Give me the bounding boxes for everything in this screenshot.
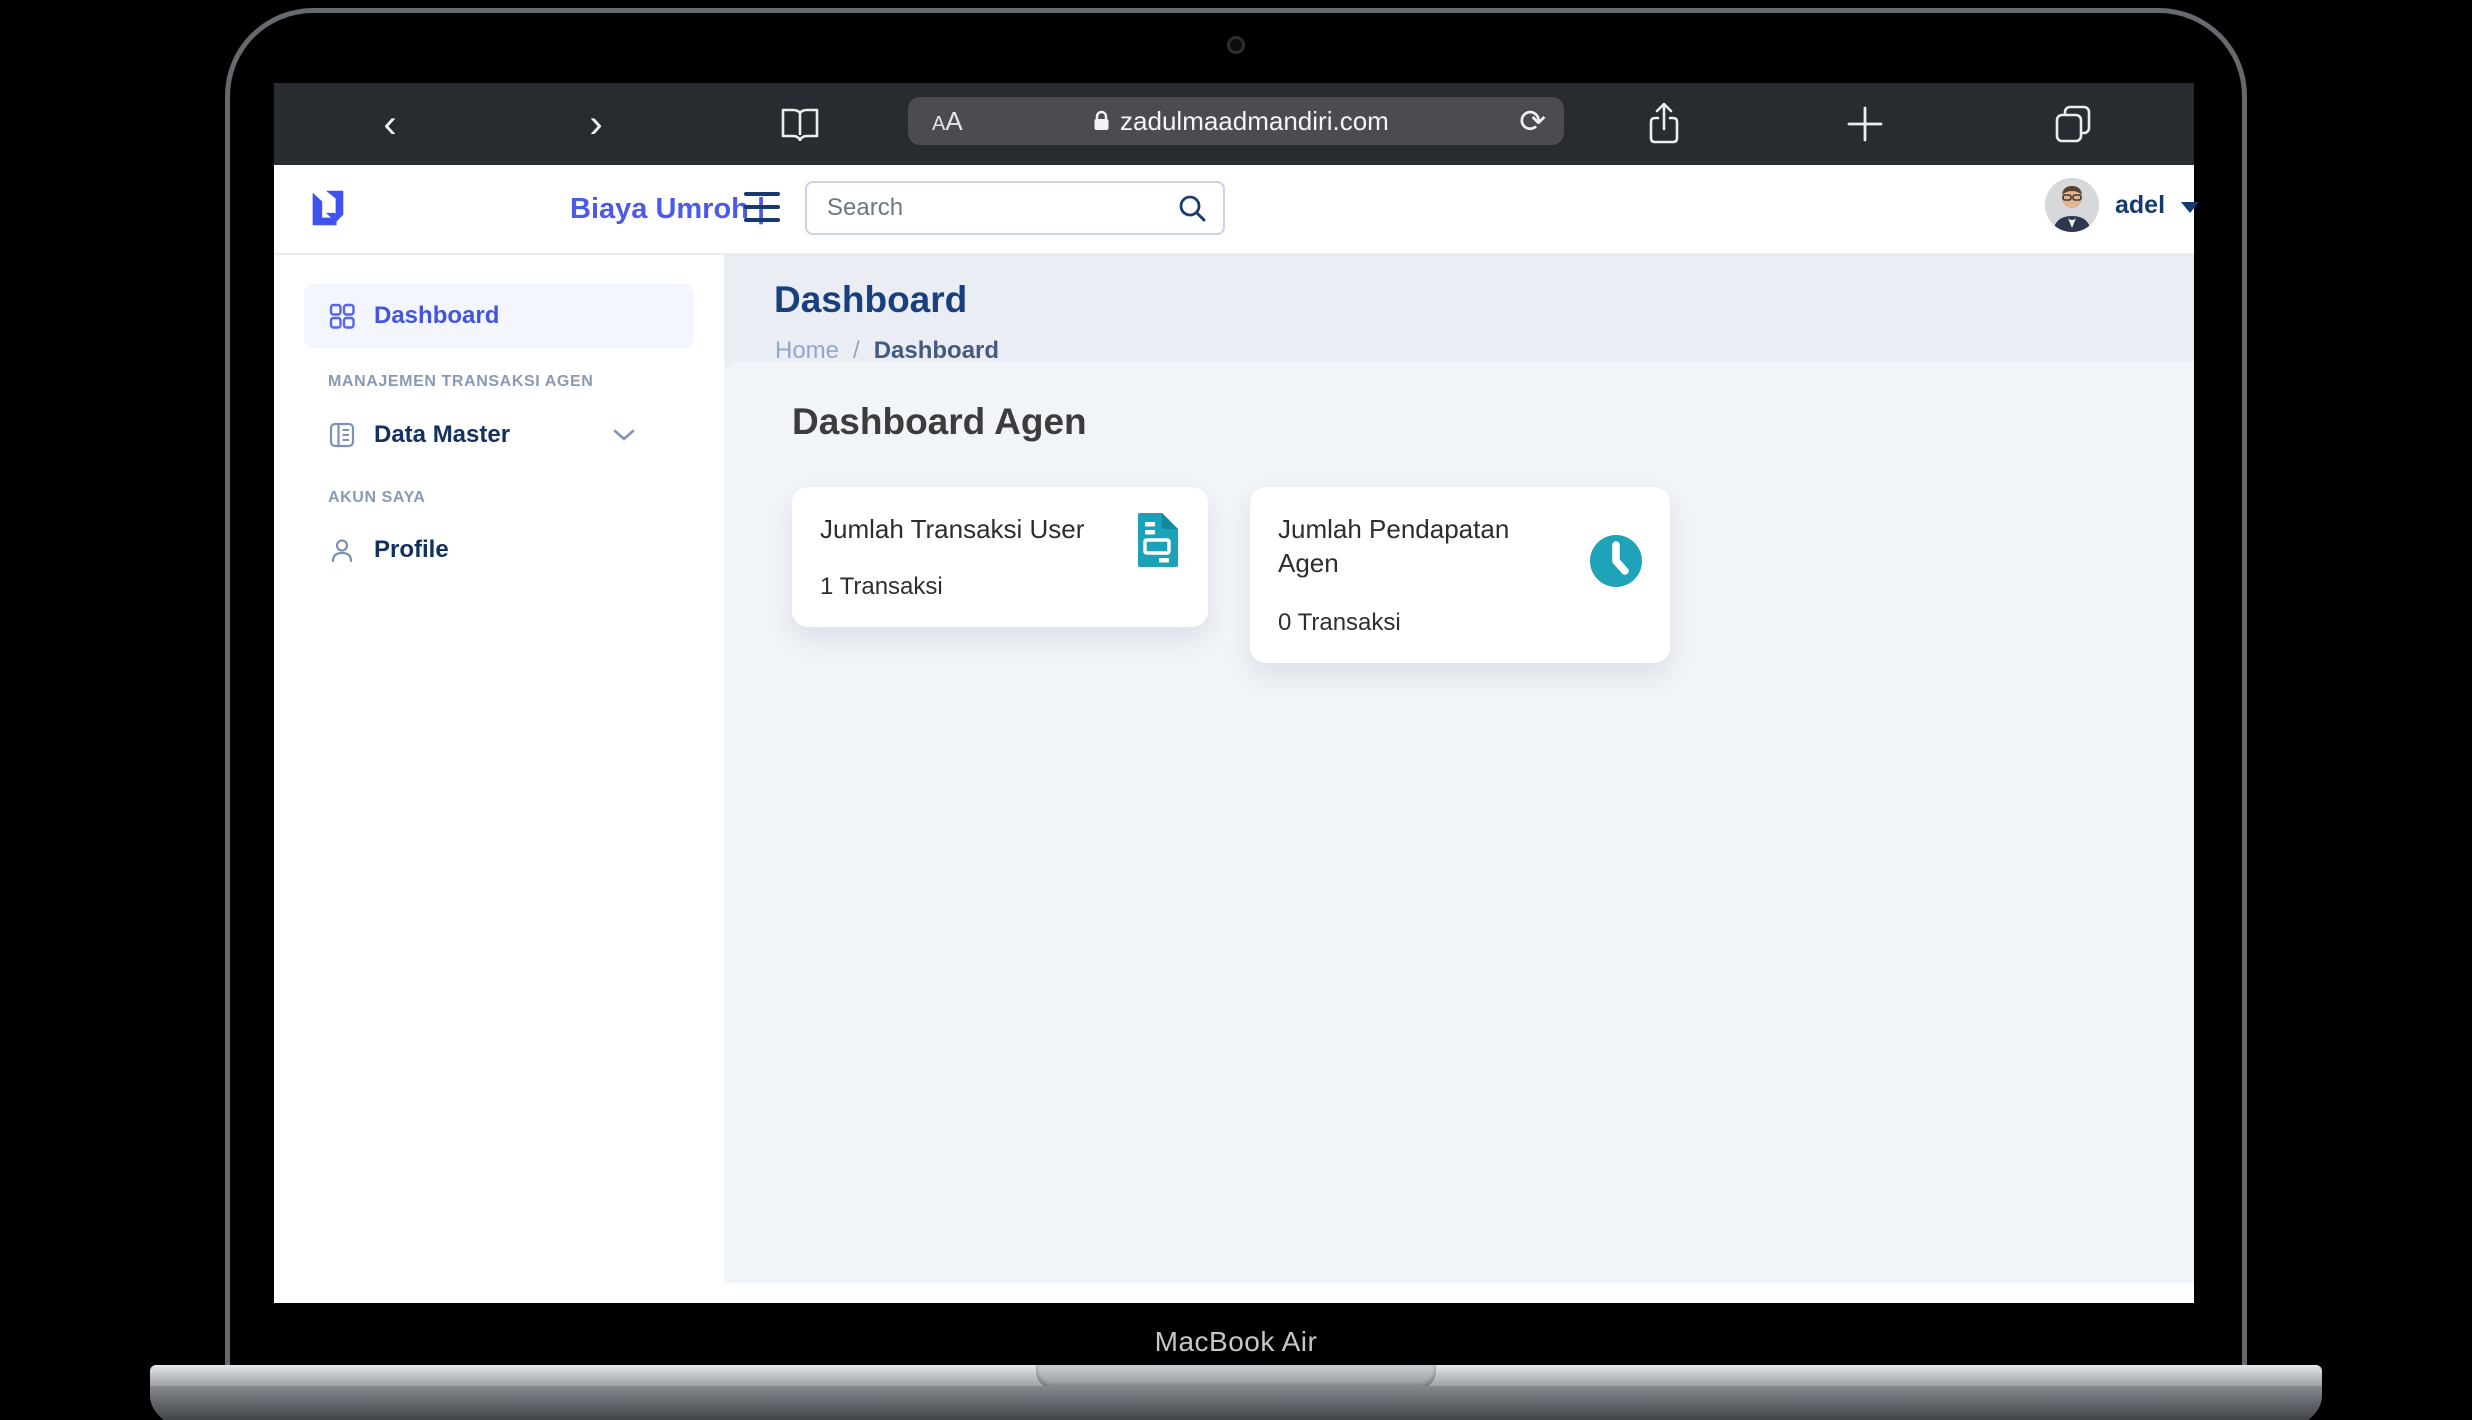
stat-cards: Jumlah Transaksi User [792, 487, 1670, 663]
sidebar-item-dashboard[interactable]: Dashboard [304, 284, 694, 348]
text-size-button[interactable]: AA [932, 106, 963, 137]
user-menu[interactable]: adel [2045, 178, 2199, 232]
browser-toolbar: ‹ › AA zadulmaadmandiri.com [274, 83, 2194, 165]
back-icon: ‹ [383, 104, 396, 144]
lock-icon [1093, 110, 1110, 132]
search-input[interactable] [807, 194, 1177, 222]
sidebar-item-profile[interactable]: Profile [304, 518, 694, 582]
app-header: Biaya Umroh | [274, 165, 2194, 255]
sidebar-item-label: Data Master [374, 421, 510, 449]
user-name: adel [2115, 191, 2165, 220]
device-label: MacBook Air [0, 1326, 2472, 1358]
card-value: 0 Transaksi [1278, 609, 1401, 637]
search-box [805, 181, 1225, 235]
forward-button[interactable]: › [576, 83, 616, 165]
laptop-base-body [150, 1386, 2322, 1420]
tabs-icon [2053, 103, 2093, 145]
app-footer-strip [274, 1283, 2194, 1303]
sidebar-toggle-button[interactable] [744, 192, 780, 222]
sidebar: Dashboard MANAJEMEN TRANSAKSI AGEN Data … [274, 255, 725, 1283]
url-text: zadulmaadmandiri.com [1120, 106, 1389, 137]
address-bar[interactable]: AA zadulmaadmandiri.com ⟳ [908, 97, 1564, 145]
card-jumlah-transaksi-user[interactable]: Jumlah Transaksi User [792, 487, 1208, 627]
app-body: Dashboard MANAJEMEN TRANSAKSI AGEN Data … [274, 255, 2194, 1283]
invoice-icon [1134, 511, 1182, 574]
reload-button[interactable]: ⟳ [1519, 105, 1546, 137]
card-value: 1 Transaksi [820, 573, 943, 601]
page-title: Dashboard [774, 279, 967, 321]
plus-icon [1845, 104, 1885, 144]
card-title: Jumlah Transaksi User [820, 513, 1180, 547]
tab-overview-button[interactable] [2051, 83, 2095, 165]
reading-list-button[interactable] [778, 83, 822, 165]
hamburger-icon [744, 192, 780, 196]
brand-logo-icon [304, 186, 350, 232]
content-panel: Dashboard Agen Jumlah Transaksi User [725, 361, 2194, 1283]
webcam-dot [1227, 36, 1245, 54]
back-button[interactable]: ‹ [370, 83, 410, 165]
search-icon[interactable] [1177, 193, 1207, 223]
sidebar-item-data-master[interactable]: Data Master [304, 403, 694, 467]
sidebar-section-transaksi: MANAJEMEN TRANSAKSI AGEN [328, 373, 593, 391]
dashboard-grid-icon [328, 302, 356, 330]
new-tab-button[interactable] [1843, 83, 1887, 165]
sidebar-section-akun: AKUN SAYA [328, 489, 426, 507]
card-jumlah-pendapatan-agen[interactable]: Jumlah Pendapatan Agen 0 Transaksi [1250, 487, 1670, 663]
main-content: Dashboard Home / Dashboard Dashboard Age… [725, 255, 2194, 1283]
sidebar-item-label: Dashboard [374, 302, 499, 330]
forward-icon: › [589, 104, 602, 144]
share-icon [1646, 101, 1682, 147]
journal-icon [328, 421, 356, 449]
chevron-down-icon [612, 428, 636, 442]
book-icon [780, 107, 820, 141]
caret-down-icon [2181, 202, 2199, 213]
macbook-mockup: ‹ › AA zadulmaadmandiri.com [0, 0, 2472, 1420]
brand-title[interactable]: Biaya Umroh | [570, 165, 765, 253]
clock-icon [1588, 533, 1644, 594]
section-heading: Dashboard Agen [792, 401, 1087, 443]
person-icon [328, 536, 356, 564]
share-button[interactable] [1642, 83, 1686, 165]
browser-window: ‹ › AA zadulmaadmandiri.com [274, 83, 2194, 1303]
app-logo[interactable] [304, 186, 350, 237]
url-area: zadulmaadmandiri.com [963, 106, 1520, 137]
avatar [2045, 178, 2099, 232]
sidebar-item-label: Profile [374, 536, 449, 564]
